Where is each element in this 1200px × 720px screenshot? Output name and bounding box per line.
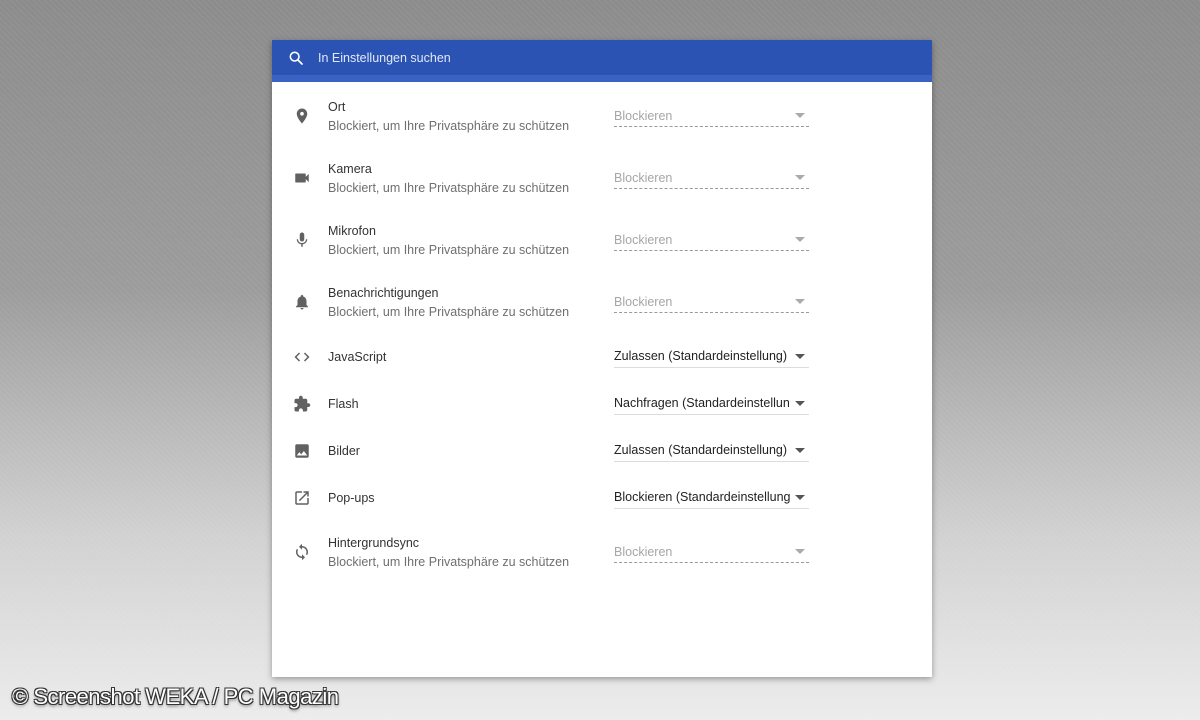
select-value: Blockieren <box>614 232 673 247</box>
setting-text: Mikrofon Blockiert, um Ihre Privatsphäre… <box>328 223 569 258</box>
sync-icon <box>292 542 312 562</box>
select-value: Blockieren <box>614 108 673 123</box>
select-value: Zulassen (Standardeinstellung) <box>614 349 788 363</box>
setting-text: Flash <box>328 396 359 412</box>
images-permission-select[interactable]: Zulassen (Standardeinstellung) <box>614 440 809 462</box>
chevron-down-icon <box>795 237 805 242</box>
setting-subtitle: Blockiert, um Ihre Privatsphäre zu schüt… <box>328 118 570 133</box>
copyright-watermark: © Screenshot WEKA / PC Magazin <box>12 684 339 709</box>
setting-title: Mikrofon <box>328 223 376 238</box>
setting-subtitle: Blockiert, um Ihre Privatsphäre zu schüt… <box>328 180 570 195</box>
background-sync-permission-select[interactable]: Blockieren <box>614 541 809 563</box>
bell-icon <box>292 292 312 312</box>
search-input[interactable] <box>318 50 618 65</box>
flash-permission-select[interactable]: Nachfragen (Standardeinstellung) <box>614 393 809 415</box>
chevron-down-icon <box>795 175 805 180</box>
select-value: Blockieren <box>614 294 673 309</box>
setting-row-images: Bilder Zulassen (Standardeinstellung) <box>272 427 932 474</box>
setting-title: Benachrichtigungen <box>328 285 439 300</box>
camera-icon <box>292 168 312 188</box>
camera-permission-select[interactable]: Blockieren <box>614 167 809 189</box>
select-value: Blockieren <box>614 170 673 185</box>
setting-title: Bilder <box>328 443 360 458</box>
setting-text: Hintergrundsync Blockiert, um Ihre Priva… <box>328 535 569 570</box>
setting-row-flash: Flash Nachfragen (Standardeinstellung) <box>272 380 932 427</box>
image-icon <box>292 441 312 461</box>
notifications-permission-select[interactable]: Blockieren <box>614 291 809 313</box>
setting-row-popups: Pop-ups Blockieren (Standardeinstellung) <box>272 474 932 521</box>
settings-panel: Ort Blockiert, um Ihre Privatsphäre zu s… <box>272 40 932 677</box>
chevron-down-icon <box>795 299 805 304</box>
search-bar <box>272 40 932 82</box>
setting-title: JavaScript <box>328 349 387 364</box>
setting-text: Pop-ups <box>328 490 375 506</box>
setting-row-location: Ort Blockiert, um Ihre Privatsphäre zu s… <box>272 85 932 147</box>
microphone-icon <box>292 230 312 250</box>
code-icon <box>292 347 312 367</box>
javascript-permission-select[interactable]: Zulassen (Standardeinstellung) <box>614 346 809 368</box>
chevron-down-icon <box>795 353 805 359</box>
setting-title: Flash <box>328 396 359 411</box>
location-pin-icon <box>292 106 312 126</box>
setting-text: Benachrichtigungen Blockiert, um Ihre Pr… <box>328 285 569 320</box>
settings-list: Ort Blockiert, um Ihre Privatsphäre zu s… <box>272 82 932 583</box>
setting-row-notifications: Benachrichtigungen Blockiert, um Ihre Pr… <box>272 271 932 333</box>
setting-title: Hintergrundsync <box>328 535 420 550</box>
chevron-down-icon <box>795 400 805 406</box>
chevron-down-icon <box>795 113 805 118</box>
search-icon[interactable] <box>287 49 305 67</box>
select-value: Blockieren <box>614 544 673 559</box>
location-permission-select[interactable]: Blockieren <box>614 105 809 127</box>
puzzle-piece-icon <box>292 394 312 414</box>
setting-subtitle: Blockiert, um Ihre Privatsphäre zu schüt… <box>328 242 570 257</box>
chevron-down-icon <box>795 494 805 500</box>
setting-subtitle: Blockiert, um Ihre Privatsphäre zu schüt… <box>328 304 570 319</box>
open-in-new-icon <box>292 488 312 508</box>
microphone-permission-select[interactable]: Blockieren <box>614 229 809 251</box>
setting-row-microphone: Mikrofon Blockiert, um Ihre Privatsphäre… <box>272 209 932 271</box>
setting-title: Kamera <box>328 161 372 176</box>
setting-row-camera: Kamera Blockiert, um Ihre Privatsphäre z… <box>272 147 932 209</box>
chevron-down-icon <box>795 447 805 453</box>
setting-row-background-sync: Hintergrundsync Blockiert, um Ihre Priva… <box>272 521 932 583</box>
select-value: Zulassen (Standardeinstellung) <box>614 443 788 457</box>
setting-text: Bilder <box>328 443 360 459</box>
chevron-down-icon <box>795 549 805 554</box>
setting-title: Ort <box>328 99 346 114</box>
setting-subtitle: Blockiert, um Ihre Privatsphäre zu schüt… <box>328 554 570 569</box>
setting-title: Pop-ups <box>328 490 375 505</box>
setting-text: JavaScript <box>328 349 386 365</box>
setting-row-javascript: JavaScript Zulassen (Standardeinstellung… <box>272 333 932 380</box>
setting-text: Kamera Blockiert, um Ihre Privatsphäre z… <box>328 161 569 196</box>
popups-permission-select[interactable]: Blockieren (Standardeinstellung) <box>614 487 809 509</box>
setting-text: Ort Blockiert, um Ihre Privatsphäre zu s… <box>328 99 569 134</box>
select-value: Nachfragen (Standardeinstellung) <box>614 396 790 410</box>
select-value: Blockieren (Standardeinstellung) <box>614 490 790 504</box>
